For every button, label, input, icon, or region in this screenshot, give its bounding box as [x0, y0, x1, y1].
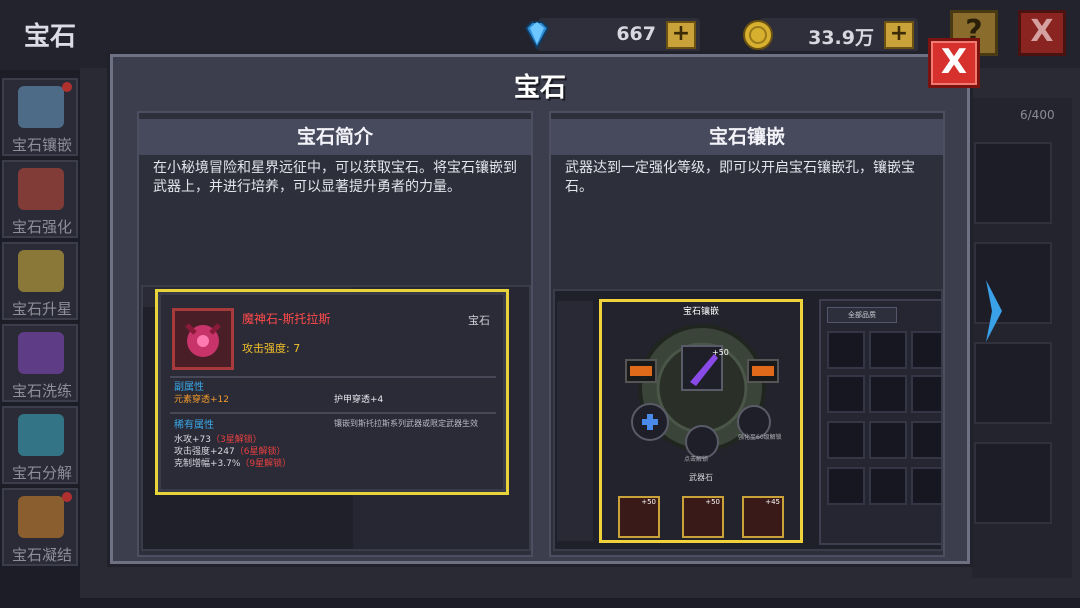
gem-condense-icon — [18, 496, 64, 538]
gem-count: 667 — [616, 23, 656, 45]
coin-counter: 33.9万 + — [743, 18, 918, 52]
lock-hint-2: 强化至60级解锁 — [738, 434, 782, 441]
notification-badge — [62, 492, 72, 502]
inlay-heading: 宝石镶嵌 — [551, 119, 943, 155]
close-dialog-button[interactable]: X — [928, 38, 980, 88]
inlay-panel-title: 宝石镶嵌 — [682, 307, 719, 317]
sidebar-item-star-up[interactable]: 宝石升星 — [2, 242, 78, 320]
socket-bonus: +50 — [712, 348, 729, 357]
notification-badge — [62, 82, 72, 92]
inlay-example-image: 宝石镶嵌 +50 点击解锁 强化至60级解锁 武器石 +50 +50 +45 全… — [553, 289, 943, 551]
weapon-socket-ring-icon — [625, 324, 779, 459]
sidebar-item-inlay[interactable]: 宝石镶嵌 — [2, 78, 78, 156]
intro-text: 在小秘境冒险和星界远征中，可以获取宝石。将宝石镶嵌到武器上，并进行培养，可以显著… — [153, 160, 517, 195]
sidebar-item-label: 宝石镶嵌 — [11, 136, 72, 154]
lock-hint-1: 点击解锁 — [684, 456, 709, 463]
grid-slot[interactable] — [827, 421, 865, 459]
sub-attr-left: 元素穿透+12 — [174, 395, 229, 405]
intro-section: 宝石简介 在小秘境冒险和星界远征中，可以获取宝石。将宝石镶嵌到武器上，并进行培养… — [137, 111, 533, 557]
grid-slot[interactable] — [869, 331, 907, 369]
rare-attr-3-lock: （9星解锁） — [240, 459, 292, 469]
next-page-arrow-icon[interactable] — [984, 276, 1004, 346]
sidebar-item-decompose[interactable]: 宝石分解 — [2, 406, 78, 484]
inlay-text: 武器达到一定强化等级，即可以开启宝石镶嵌孔，镶嵌宝石。 — [565, 160, 915, 195]
grid-slot[interactable] — [911, 375, 941, 413]
rare-attr-note: 镶嵌到斯托拉斯系列武器或限定武器生效 — [334, 419, 478, 428]
gem-help-dialog: 宝石 宝石简介 在小秘境冒险和星界远征中，可以获取宝石。将宝石镶嵌到武器上，并进… — [110, 54, 970, 564]
dialog-title: 宝石 — [513, 73, 566, 103]
gem-enhance-icon — [18, 168, 64, 210]
rare-attr-3: 克制增幅+3.7%（9星解锁） — [174, 456, 291, 469]
weapon-stone-slot[interactable]: +50 — [618, 496, 660, 538]
inlay-section: 宝石镶嵌 武器达到一定强化等级，即可以开启宝石镶嵌孔，镶嵌宝石。 宝石镶嵌 +5… — [549, 111, 945, 557]
gem-reroll-icon — [18, 332, 64, 374]
add-gems-button[interactable]: + — [666, 21, 696, 49]
grid-slot[interactable] — [827, 467, 865, 505]
grid-slot[interactable] — [827, 331, 865, 369]
inventory-slot[interactable] — [974, 142, 1052, 224]
inventory-slot[interactable] — [974, 342, 1052, 424]
demon-gem-icon — [172, 308, 234, 370]
rare-attr-3-text: 克制增幅+3.7% — [174, 459, 241, 469]
grid-slot[interactable] — [869, 421, 907, 459]
gem-counter: 667 + — [524, 18, 700, 52]
inventory-slot[interactable] — [974, 442, 1052, 524]
slot-level: +50 — [705, 498, 720, 506]
weapon-stone-label: 武器石 — [689, 473, 713, 482]
gem-attack-stat: 攻击强度: 7 — [242, 342, 301, 355]
sidebar-item-condense[interactable]: 宝石凝结 — [2, 488, 78, 566]
gem-inlay-icon — [18, 86, 64, 128]
sidebar-item-enhance[interactable]: 宝石强化 — [2, 160, 78, 238]
inlay-detail-box: 宝石镶嵌 +50 点击解锁 强化至60级解锁 武器石 +50 +50 +45 — [599, 299, 803, 543]
sidebar: 宝石镶嵌 宝石强化 宝石升星 宝石洗练 宝石分解 宝石凝结 — [0, 78, 80, 578]
diamond-icon — [524, 21, 550, 51]
coin-count: 33.9万 — [808, 27, 874, 49]
add-coins-button[interactable]: + — [884, 21, 914, 49]
screen-title: 宝石 — [24, 22, 77, 52]
grid-slot[interactable] — [911, 467, 941, 505]
divider — [170, 376, 496, 378]
rare-attr-heading: 稀有属性 — [174, 420, 214, 431]
sidebar-item-label: 宝石升星 — [11, 300, 72, 318]
slot-level: +50 — [641, 498, 656, 506]
coin-icon — [743, 20, 773, 50]
weapon-stone-slot[interactable]: +50 — [682, 496, 724, 538]
sidebar-item-label: 宝石强化 — [11, 218, 72, 236]
gem-tooltip: 魔神石-斯托拉斯 宝石 攻击强度: 7 副属性 元素穿透+12 护甲穿透+4 稀… — [155, 289, 509, 495]
weapon-stone-slot[interactable]: +45 — [742, 496, 784, 538]
sidebar-item-label: 宝石凝结 — [11, 546, 72, 564]
grid-slot[interactable] — [911, 421, 941, 459]
gem-name: 魔神石-斯托拉斯 — [242, 312, 331, 326]
sub-attr-heading: 副属性 — [174, 382, 204, 393]
slot-level: +45 — [765, 498, 780, 506]
sidebar-item-label: 宝石分解 — [11, 464, 72, 482]
grid-slot[interactable] — [869, 467, 907, 505]
grid-slot[interactable] — [869, 375, 907, 413]
exit-button[interactable]: X — [1018, 10, 1066, 56]
sidebar-item-label: 宝石洗练 — [11, 382, 72, 400]
inventory-count: 6/400 — [1020, 108, 1055, 122]
gem-type: 宝石 — [468, 314, 490, 327]
grid-slot[interactable] — [827, 375, 865, 413]
sub-attr-right: 护甲穿透+4 — [334, 395, 384, 405]
sidebar-item-reroll[interactable]: 宝石洗练 — [2, 324, 78, 402]
grid-slot[interactable] — [911, 331, 941, 369]
star-icon — [18, 250, 64, 292]
gem-grid: 全部品质 — [819, 299, 941, 545]
gem-decompose-icon — [18, 414, 64, 456]
intro-heading: 宝石简介 — [139, 119, 531, 155]
quality-filter[interactable]: 全部品质 — [827, 307, 897, 323]
divider — [170, 412, 496, 414]
